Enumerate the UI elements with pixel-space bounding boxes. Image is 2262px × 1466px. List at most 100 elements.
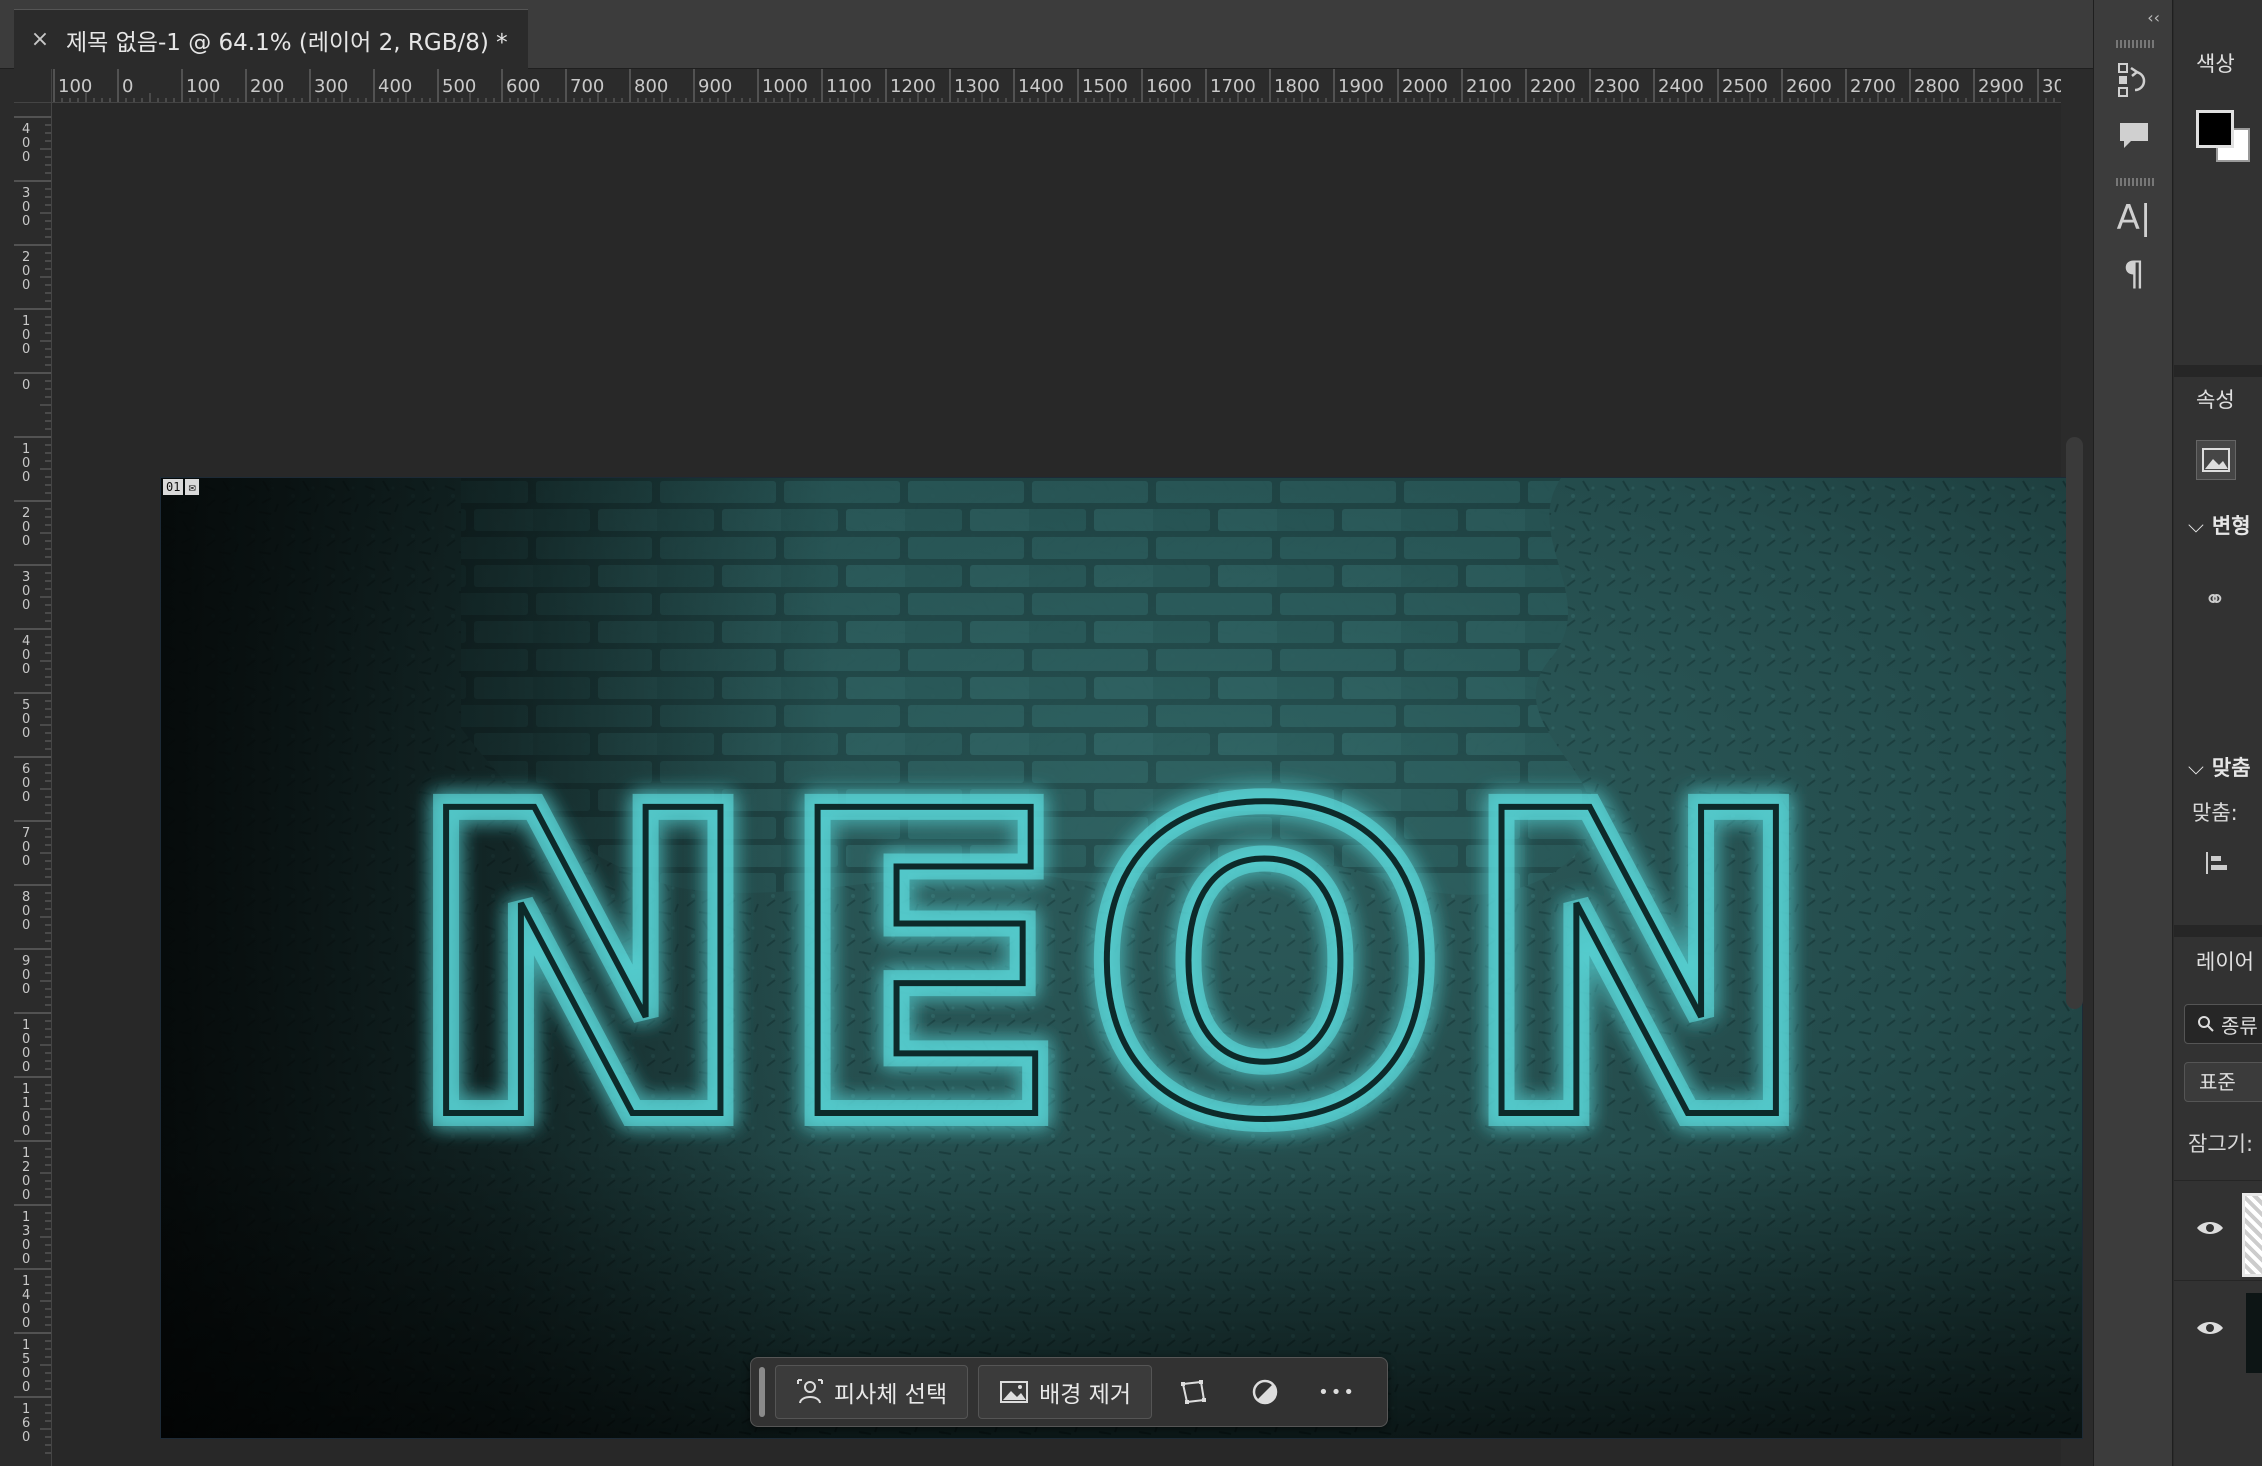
image-badge-icon: ✉ [185,479,199,495]
ruler-label: 0 [22,968,30,983]
ruler-label: 0 [22,982,30,997]
ruler-label: 600 [506,76,540,97]
neon-text-group: NEON NEON [395,711,1828,1226]
filter-kind-label: 종류 [2221,1013,2258,1038]
panel-group-grip[interactable] [2116,40,2156,48]
ruler-label: 0 [22,200,30,215]
document-canvas[interactable]: NEON NEON 01 ✉ [160,477,2083,1439]
document-workspace[interactable]: NEON NEON 01 ✉ [52,103,2083,1466]
ruler-label: 1800 [1274,76,1320,97]
ruler-label: 2100 [1466,76,1512,97]
ruler-label: 1 [22,442,30,457]
foreground-color-swatch[interactable] [2196,110,2234,148]
document-tab-title: 제목 없음-1 @ 64.1% (레이어 2, RGB/8) * [66,29,508,56]
eye-icon[interactable] [2196,1319,2224,1337]
layer-badge: 01 ✉ [163,479,199,495]
ruler-label: 900 [698,76,732,97]
select-subject-button[interactable]: 피사체 선택 [775,1365,969,1419]
layer-row[interactable] [2174,1280,2262,1380]
more-icon: ••• [1318,1381,1356,1403]
ruler-label: 3 [22,1224,30,1239]
align-section-header[interactable]: ⌵ 맞춤 [2188,752,2251,782]
ruler-label: 1000 [762,76,808,97]
ruler-label: 0 [22,470,30,485]
ruler-label: 0 [22,1380,30,1395]
more-options-button[interactable]: ••• [1306,1365,1368,1419]
ruler-label: 8 [22,890,30,905]
vertical-scrollbar[interactable] [2066,437,2083,1009]
ruler-label: 0 [22,598,30,613]
ruler-label: 1 [22,1082,30,1097]
transform-section-header[interactable]: ⌵ 변형 [2188,510,2251,540]
ruler-label: 0 [22,1124,30,1139]
contextual-taskbar: 피사체 선택 배경 제거 ••• [750,1357,1388,1427]
transform-section-label: 변형 [2211,514,2251,538]
adjustment-button[interactable] [1234,1365,1296,1419]
ruler-label: 2600 [1786,76,1832,97]
ruler-label: 2900 [1978,76,2024,97]
ruler-label: 0 [22,1430,30,1445]
properties-panel-title[interactable]: 속성 [2196,384,2235,414]
collapsed-panel-strip: ‹‹ A| ¶ [2093,0,2173,1466]
color-panel-title[interactable]: 색상 [2196,48,2235,78]
select-subject-label: 피사체 선택 [834,1382,948,1408]
character-icon[interactable]: A| [2108,192,2160,244]
horizontal-ruler[interactable]: 100 0 100 200 300 400 500 600 700 800 900 1000 1100 1… [52,69,2061,103]
eye-icon[interactable] [2196,1219,2224,1237]
layer-filter-search[interactable]: 종류 [2184,1004,2262,1044]
vertical-ruler[interactable]: 4003002001000100200300400500600700800900… [14,103,52,1466]
vertical-ruler-ticks: 4003002001000100200300400500600700800900… [14,116,51,1454]
ruler-label: 0 [22,534,30,549]
ruler-label: 1100 [826,76,872,97]
pixel-layer-badge [2196,440,2236,480]
document-tab[interactable]: × 제목 없음-1 @ 64.1% (레이어 2, RGB/8) * [14,9,528,69]
layers-panel-title[interactable]: 레이어 [2196,946,2254,976]
layer-thumbnail [2242,1193,2262,1277]
ruler-label: 0 [22,648,30,663]
ruler-label: 0 [22,1046,30,1061]
blend-mode-select[interactable]: 표준 [2184,1062,2262,1102]
lock-label: 잠그기: [2188,1132,2254,1156]
ruler-label: 0 [22,136,30,151]
paragraph-icon[interactable]: ¶ [2108,248,2160,300]
taskbar-drag-handle[interactable] [759,1367,765,1417]
remove-background-button[interactable]: 배경 제거 [978,1365,1153,1419]
ruler-label: 7 [22,826,30,841]
ruler-corner[interactable] [14,69,52,103]
ruler-label: 1700 [1210,76,1256,97]
ruler-label: 2200 [1530,76,1576,97]
ruler-label: 0 [22,520,30,535]
picture-icon [1000,1381,1029,1403]
image-icon [2202,448,2230,472]
collapse-icon[interactable]: ‹‹ [2094,8,2174,36]
ruler-label: 0 [22,1252,30,1267]
ruler-label: 0 [22,1174,30,1189]
ruler-label: 0 [22,1238,30,1253]
align-section-label: 맞춤 [2211,756,2251,780]
ruler-label: 0 [122,76,133,97]
ruler-label: 100 [58,76,92,97]
comment-icon[interactable] [2108,110,2160,162]
ruler-label: 4 [22,1288,30,1303]
link-icon[interactable]: ⚭ [2204,585,2226,615]
document-tab-bar: × 제목 없음-1 @ 64.1% (레이어 2, RGB/8) * [0,0,2093,69]
ruler-label: 0 [22,662,30,677]
ruler-label: 0 [22,342,30,357]
ruler-label: 1 [22,1338,30,1353]
ruler-label: 0 [22,214,30,229]
contrast-icon [1252,1379,1278,1405]
layer-row[interactable] [2174,1180,2262,1280]
ruler-label: 5 [22,698,30,713]
canvas-artwork: NEON NEON [161,478,2082,1438]
history-icon[interactable] [2108,54,2160,106]
ruler-label: 0 [22,278,30,293]
transform-button[interactable] [1162,1365,1224,1419]
align-left-icon[interactable] [2204,850,2230,880]
ruler-label: 2000 [1402,76,1448,97]
close-icon[interactable]: × [14,27,66,52]
panel-group-grip[interactable] [2116,178,2156,186]
ruler-label: 2800 [1914,76,1960,97]
ruler-label: 2 [22,1160,30,1175]
ruler-label: 0 [22,1316,30,1331]
ruler-label: 1 [22,1096,30,1111]
